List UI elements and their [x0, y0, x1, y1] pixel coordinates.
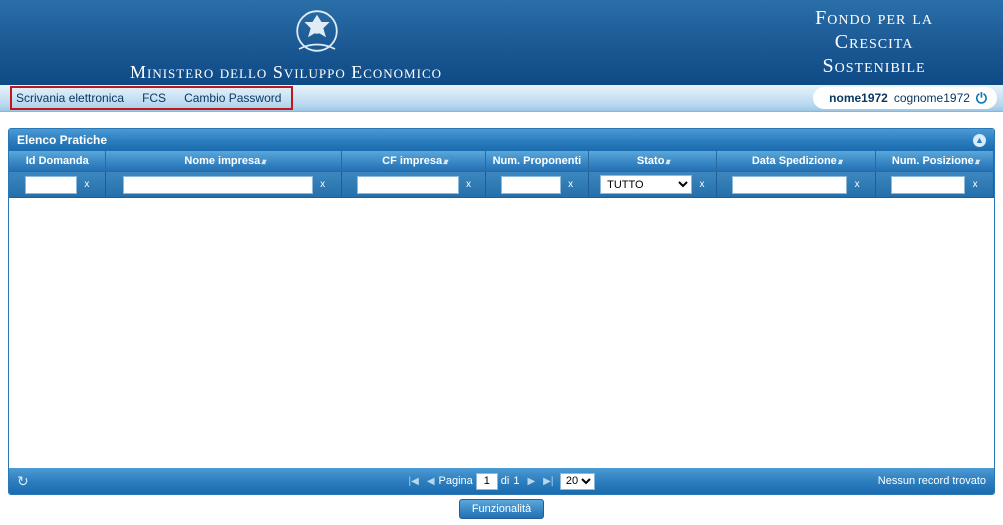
clear-cf-impresa[interactable]: x — [466, 179, 471, 190]
filter-stato[interactable]: TUTTO — [600, 175, 692, 194]
elenco-pratiche-panel: Elenco Pratiche ▲ Id Domanda Nome impres… — [8, 128, 995, 495]
filter-nome-impresa[interactable] — [123, 176, 313, 194]
clear-num-proponenti[interactable]: x — [568, 179, 573, 190]
logout-icon[interactable]: ⏻ — [976, 91, 987, 105]
grid-table: Id Domanda Nome impresa CF impresa Num. … — [9, 151, 994, 198]
nav-scrivania[interactable]: Scrivania elettronica — [16, 91, 124, 105]
col-nome-impresa[interactable]: Nome impresa — [106, 151, 342, 172]
italy-emblem-icon — [290, 4, 344, 58]
ministry-title: Ministero dello Sviluppo Economico — [130, 62, 442, 83]
panel-header: Elenco Pratiche ▲ — [9, 129, 994, 151]
col-id-domanda[interactable]: Id Domanda — [9, 151, 106, 172]
panel-title-text: Elenco Pratiche — [17, 133, 107, 147]
pager-of-label: di — [501, 475, 510, 487]
grid-body-empty — [9, 198, 994, 468]
pager-first-icon[interactable]: |◀ — [405, 476, 423, 487]
user-lastname: cognome1972 — [894, 91, 970, 105]
col-num-proponenti[interactable]: Num. Proponenti — [486, 151, 589, 172]
clear-stato[interactable]: x — [699, 179, 704, 190]
pager-prev-icon[interactable]: ◀ — [423, 476, 439, 487]
pager-page-input[interactable] — [476, 473, 498, 490]
fund-title-line1: Fondo per la — [815, 6, 933, 30]
navbar: Scrivania elettronica FCS Cambio Passwor… — [0, 85, 1003, 112]
col-num-posizione[interactable]: Num. Posizione — [876, 151, 994, 172]
col-data-spedizione[interactable]: Data Spedizione — [717, 151, 876, 172]
col-cf-impresa[interactable]: CF impresa — [342, 151, 486, 172]
user-firstname: nome1972 — [829, 91, 888, 105]
nav-cambio-password[interactable]: Cambio Password — [184, 91, 281, 105]
clear-nome-impresa[interactable]: x — [320, 179, 325, 190]
header-banner: Ministero dello Sviluppo Economico Fondo… — [0, 0, 1003, 85]
filter-cf-impresa[interactable] — [357, 176, 459, 194]
fund-title: Fondo per la Crescita Sostenibile — [815, 6, 933, 78]
clear-num-posizione[interactable]: x — [973, 179, 978, 190]
footer-buttons: Funzionalità — [0, 499, 1003, 519]
col-stato[interactable]: Stato — [589, 151, 717, 172]
pager-total-pages: 1 — [513, 475, 519, 487]
refresh-icon[interactable]: ↻ — [17, 473, 29, 490]
fund-title-line3: Sostenibile — [815, 54, 933, 78]
filter-id-domanda[interactable] — [25, 176, 77, 194]
funzionalita-button[interactable]: Funzionalità — [459, 499, 544, 519]
pager-no-records: Nessun record trovato — [878, 475, 986, 487]
pager-next-icon[interactable]: ▶ — [523, 476, 539, 487]
filter-num-posizione[interactable] — [891, 176, 965, 194]
grid-header-row: Id Domanda Nome impresa CF impresa Num. … — [9, 151, 994, 172]
user-box: nome1972 cognome1972 ⏻ — [813, 87, 997, 109]
collapse-icon[interactable]: ▲ — [973, 134, 986, 147]
pager-pagesize-select[interactable]: 20 — [560, 473, 595, 490]
clear-id-domanda[interactable]: x — [84, 179, 89, 190]
grid-filter-row: x x x x TUTTO x — [9, 172, 994, 198]
pager-last-icon[interactable]: ▶| — [539, 476, 557, 487]
filter-num-proponenti[interactable] — [501, 176, 561, 194]
filter-data-spedizione[interactable] — [732, 176, 847, 194]
nav-fcs[interactable]: FCS — [142, 91, 166, 105]
pager: ↻ |◀ ◀ Pagina di 1 ▶ ▶| 20 Nessun record… — [9, 468, 994, 494]
pager-page-label: Pagina — [439, 475, 473, 487]
fund-title-line2: Crescita — [815, 30, 933, 54]
nav-links-highlight: Scrivania elettronica FCS Cambio Passwor… — [10, 86, 293, 110]
clear-data-spedizione[interactable]: x — [855, 179, 860, 190]
